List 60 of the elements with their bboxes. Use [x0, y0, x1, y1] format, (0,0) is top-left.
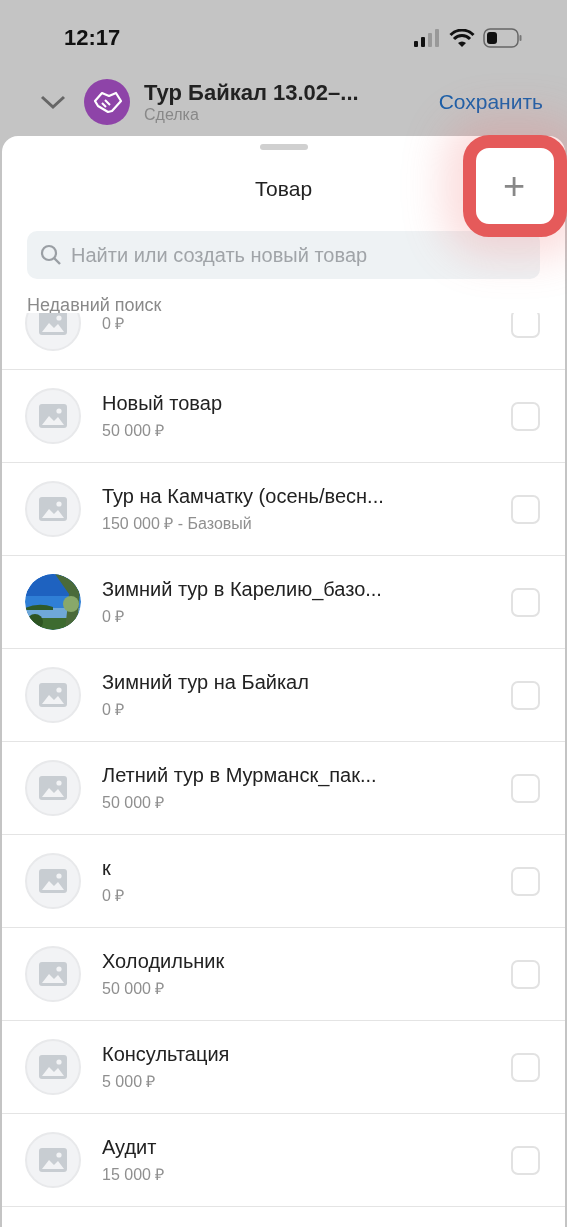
product-row[interactable]: Аудит 15 000 ₽	[2, 1114, 565, 1207]
checkbox[interactable]	[511, 587, 540, 617]
image-placeholder-icon	[25, 946, 81, 1002]
battery-icon	[483, 28, 523, 48]
checkbox[interactable]	[511, 1052, 540, 1082]
status-time: 12:17	[64, 25, 121, 51]
product-row[interactable]: Летний тур в Мурманск_пак... 50 000 ₽	[2, 742, 565, 835]
image-placeholder-icon	[25, 1039, 81, 1095]
sheet-handle[interactable]	[259, 144, 308, 150]
checkbox[interactable]	[511, 1145, 540, 1175]
product-price: 50 000 ₽	[102, 978, 166, 999]
checkbox[interactable]	[511, 773, 540, 803]
product-name: к	[102, 856, 112, 880]
product-name: Новый товар	[102, 391, 223, 415]
image-placeholder-icon	[25, 667, 81, 723]
product-row[interactable]: Тур на Камчатку (осень/весн... 150 000 ₽ - Базовый	[2, 463, 565, 556]
search-field[interactable]: Найти или создать новый товар	[27, 231, 540, 279]
product-price: 150 000 ₽ - Базовый	[102, 513, 253, 534]
product-row[interactable]: Зимний тур на Байкал 0 ₽	[2, 649, 565, 742]
product-name: Тур на Камчатку (осень/весн...	[102, 484, 385, 508]
wifi-icon	[449, 28, 475, 48]
search-icon	[39, 243, 63, 267]
product-row[interactable]: к 0 ₽	[2, 835, 565, 928]
sheet-title: Товар	[254, 176, 313, 201]
product-row[interactable]: Новый товар 50 000 ₽	[2, 370, 565, 463]
product-name: Зимний тур в Карелию_базо...	[102, 577, 383, 601]
product-name: Зимний тур на Байкал	[102, 670, 310, 694]
product-price: 0 ₽	[102, 885, 126, 906]
product-name: Консультация	[102, 1042, 231, 1066]
signal-icon	[413, 29, 441, 47]
product-row[interactable]: Холодильник 50 000 ₽	[2, 928, 565, 1021]
product-price: 15 000 ₽	[102, 1164, 166, 1185]
product-row[interactable]: Консультация 5 000 ₽	[2, 1021, 565, 1114]
checkbox[interactable]	[511, 494, 540, 524]
chevron-down-icon[interactable]	[40, 94, 66, 110]
product-name: Холодильник	[102, 949, 226, 973]
product-name: Летний тур в Мурманск_пак...	[102, 763, 378, 787]
handshake-icon	[84, 79, 130, 125]
product-price: 0 ₽	[102, 699, 126, 720]
image-placeholder-icon	[25, 1132, 81, 1188]
checkbox[interactable]	[511, 959, 540, 989]
image-placeholder-icon	[25, 853, 81, 909]
image-placeholder-icon	[25, 388, 81, 444]
checkbox[interactable]	[511, 680, 540, 710]
checkbox[interactable]	[511, 401, 540, 431]
image-placeholder-icon	[25, 760, 81, 816]
product-price: 50 000 ₽	[102, 792, 166, 813]
checkbox[interactable]	[511, 313, 540, 338]
product-price: 0 ₽	[102, 314, 126, 334]
section-label: Недавний поиск	[26, 294, 163, 313]
product-row[interactable]: Зимний тур в Карелию_базо... 0 ₽	[2, 556, 565, 649]
save-button[interactable]: Сохранить	[438, 90, 543, 114]
image-placeholder-icon	[25, 481, 81, 537]
product-price: 5 000 ₽	[102, 1071, 157, 1092]
product-price: 50 000 ₽	[102, 420, 166, 441]
deal-title: Тур Байкал 13.02–...	[144, 80, 360, 106]
product-price: 0 ₽	[102, 606, 126, 627]
product-name: Аудит	[102, 1135, 158, 1159]
checkbox[interactable]	[511, 866, 540, 896]
deal-type: Сделка	[144, 106, 200, 124]
